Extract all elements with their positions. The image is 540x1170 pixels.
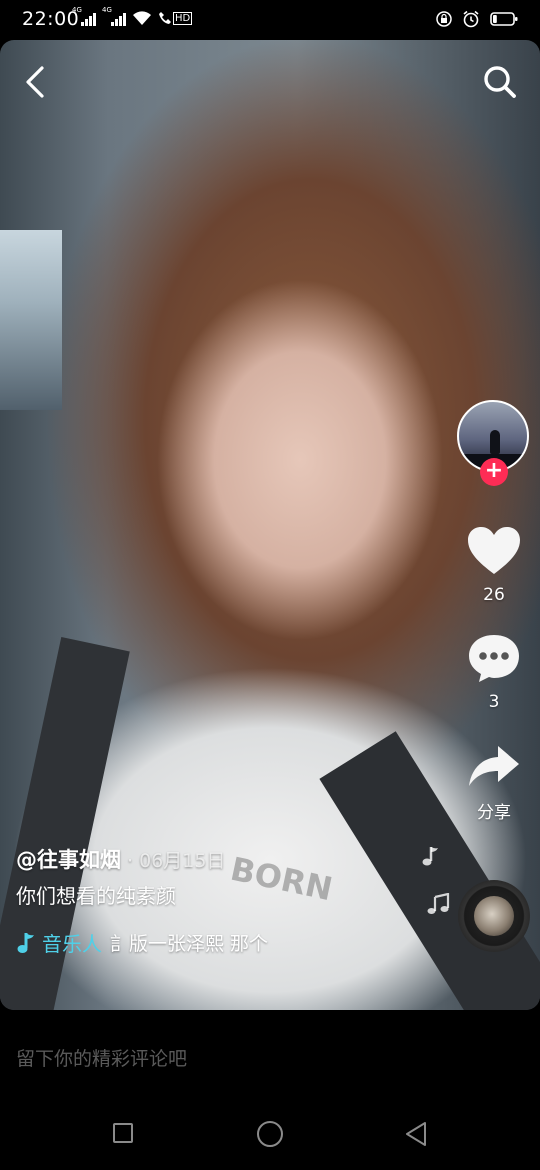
system-nav-bar (0, 1100, 540, 1170)
video-shirt-print: BORN (227, 849, 336, 909)
music-disc-cover (474, 896, 514, 936)
status-bar: 22:00 4G 4G HD (0, 0, 540, 40)
like-count: 26 (483, 585, 505, 605)
comment-input[interactable]: 留下你的精彩评论吧 (16, 1044, 187, 1071)
video-description: 你们想看的纯素颜 (16, 884, 176, 908)
music-tag[interactable]: 音乐人 (42, 928, 102, 957)
music-note-icon (17, 932, 34, 953)
avatar-figure (490, 430, 500, 454)
author-handle[interactable]: @往事如烟 (16, 848, 121, 872)
comment-button[interactable]: 3 (462, 632, 526, 712)
comment-bubble-icon (469, 635, 519, 682)
search-icon (484, 66, 516, 98)
author-name[interactable]: @往事如烟 · 06月15日 (16, 844, 225, 874)
signal-icon: 4G (72, 6, 96, 26)
share-arrow-icon (469, 746, 519, 786)
status-right-group (436, 10, 518, 28)
share-label: 分享 (477, 803, 511, 823)
music-title[interactable]: 訁版一张泽熙 那个 (110, 929, 268, 956)
floating-note-icon (422, 847, 438, 866)
chevron-left-icon (26, 66, 44, 98)
music-row[interactable]: 音乐人 訁版一张泽熙 那个 (16, 928, 268, 957)
status-time: 22:00 (22, 8, 80, 30)
lock-rotation-icon (436, 11, 452, 27)
alarm-icon (463, 10, 479, 28)
music-disc[interactable] (458, 880, 530, 952)
hd-call-icon: HD (158, 11, 193, 25)
floating-double-note-icon (427, 893, 450, 914)
nav-back-button[interactable] (403, 1120, 429, 1148)
status-signal-group: 4G 4G HD (72, 6, 193, 26)
share-button[interactable]: 分享 (462, 742, 526, 823)
follow-button[interactable]: + (480, 458, 508, 486)
back-button[interactable] (18, 62, 54, 102)
wifi-icon (133, 11, 151, 25)
like-button[interactable]: 26 (462, 525, 526, 605)
signal-icon-2: 4G (102, 6, 126, 26)
comment-bar: 留下你的精彩评论吧 (0, 1010, 540, 1100)
post-date: · 06月15日 (127, 850, 226, 872)
comment-count: 3 (488, 692, 500, 712)
recents-button[interactable] (113, 1123, 133, 1143)
heart-icon (468, 527, 520, 574)
home-button[interactable] (257, 1121, 283, 1147)
battery-icon (490, 12, 518, 26)
author-avatar-group: + (457, 400, 529, 486)
video-background-window (0, 230, 62, 410)
search-button[interactable] (480, 62, 520, 102)
